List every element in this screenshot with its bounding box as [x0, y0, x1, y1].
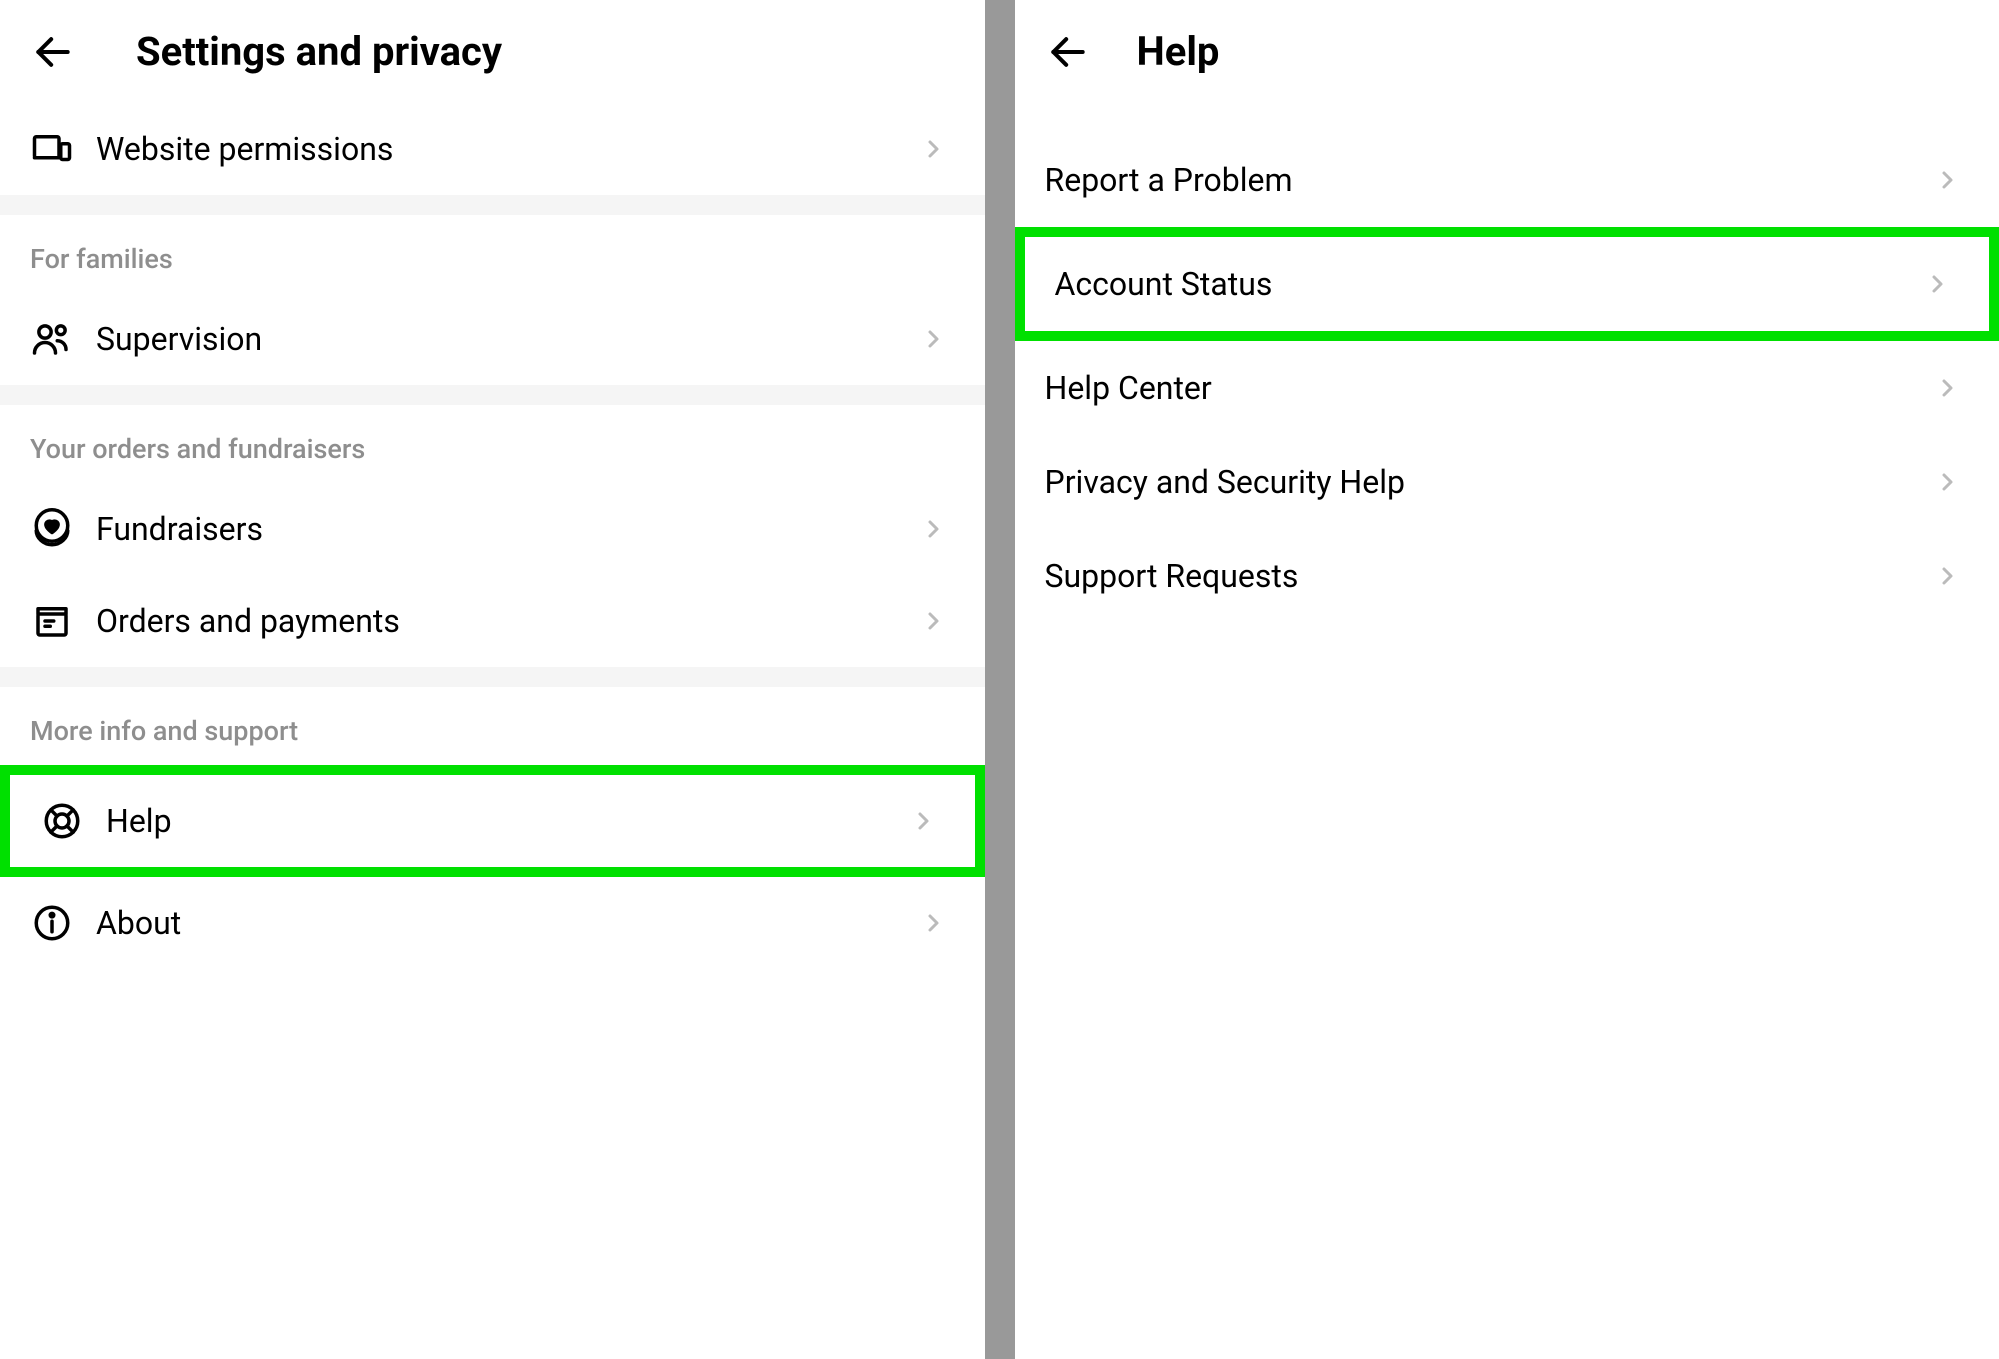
spacer: [1015, 103, 1999, 133]
row-label: Fundraisers: [96, 510, 919, 548]
back-arrow-icon: [31, 30, 75, 74]
chevron-right-icon: [919, 135, 947, 163]
devices-icon: [30, 127, 74, 171]
section-divider: [0, 667, 985, 687]
section-for-families: For families: [0, 215, 985, 293]
settings-header: Settings and privacy: [0, 0, 985, 103]
row-orders-payments[interactable]: Orders and payments: [0, 575, 985, 667]
lifebuoy-icon: [40, 799, 84, 843]
chevron-right-icon: [919, 325, 947, 353]
help-panel: Help Report a Problem Account Status Hel…: [1015, 0, 1999, 1359]
row-label: Help Center: [1045, 369, 1934, 407]
row-label: Supervision: [96, 320, 919, 358]
row-privacy-security[interactable]: Privacy and Security Help: [1015, 435, 1999, 529]
row-label: Help: [106, 802, 909, 840]
row-label: Privacy and Security Help: [1045, 463, 1934, 501]
row-account-status[interactable]: Account Status: [1015, 227, 1999, 341]
row-support-requests[interactable]: Support Requests: [1015, 529, 1999, 623]
row-supervision[interactable]: Supervision: [0, 293, 985, 385]
section-divider: [0, 385, 985, 405]
section-divider: [0, 195, 985, 215]
row-website-permissions[interactable]: Website permissions: [0, 103, 985, 195]
section-orders-fundraisers: Your orders and fundraisers: [0, 405, 985, 483]
help-header: Help: [1015, 0, 1999, 103]
row-help[interactable]: Help: [0, 765, 985, 877]
chevron-right-icon: [909, 807, 937, 835]
row-label: Report a Problem: [1045, 161, 1934, 199]
chevron-right-icon: [919, 607, 947, 635]
box-icon: [30, 599, 74, 643]
people-icon: [30, 317, 74, 361]
chevron-right-icon: [919, 515, 947, 543]
row-label: Orders and payments: [96, 602, 919, 640]
page-title: Settings and privacy: [136, 28, 502, 75]
chevron-right-icon: [1923, 270, 1951, 298]
chevron-right-icon: [1933, 562, 1961, 590]
chevron-right-icon: [919, 909, 947, 937]
back-arrow-icon: [1046, 30, 1090, 74]
row-label: Account Status: [1055, 265, 1924, 303]
row-about[interactable]: About: [0, 877, 985, 969]
section-more-info: More info and support: [0, 687, 985, 765]
row-label: Website permissions: [96, 130, 919, 168]
heart-coin-icon: [30, 507, 74, 551]
row-label: About: [96, 904, 919, 942]
row-help-center[interactable]: Help Center: [1015, 341, 1999, 435]
settings-panel: Settings and privacy Website permissions…: [0, 0, 985, 1359]
back-button[interactable]: [30, 29, 76, 75]
chevron-right-icon: [1933, 374, 1961, 402]
back-button[interactable]: [1045, 29, 1091, 75]
row-fundraisers[interactable]: Fundraisers: [0, 483, 985, 575]
row-label: Support Requests: [1045, 557, 1934, 595]
row-report-problem[interactable]: Report a Problem: [1015, 133, 1999, 227]
chevron-right-icon: [1933, 468, 1961, 496]
app-container: Settings and privacy Website permissions…: [0, 0, 1999, 1359]
chevron-right-icon: [1933, 166, 1961, 194]
page-title: Help: [1137, 28, 1220, 75]
panel-divider: [985, 0, 1015, 1359]
info-icon: [30, 901, 74, 945]
